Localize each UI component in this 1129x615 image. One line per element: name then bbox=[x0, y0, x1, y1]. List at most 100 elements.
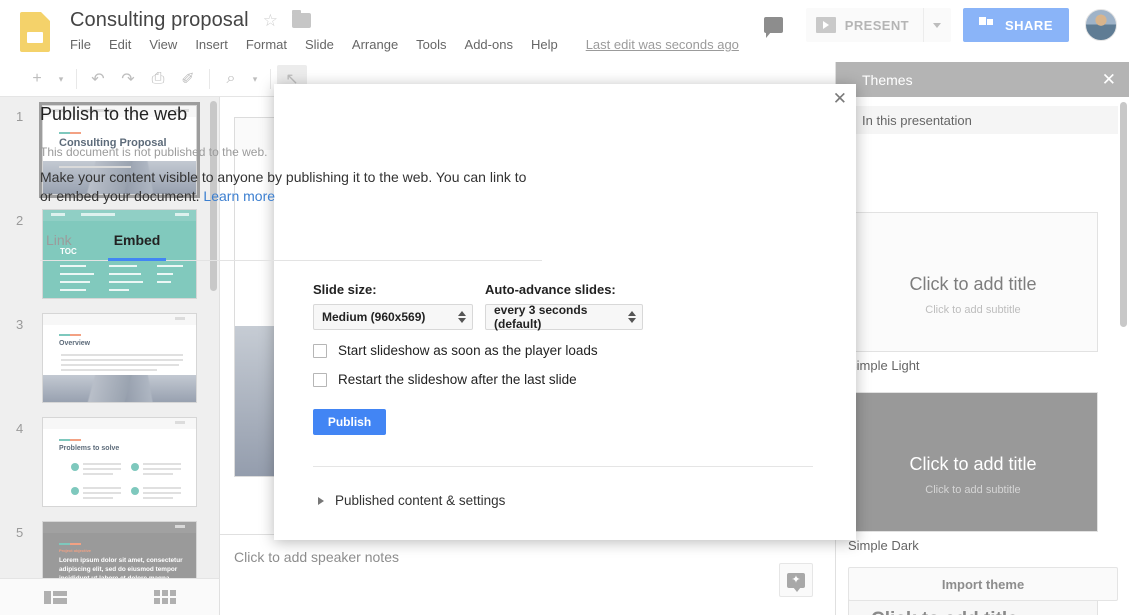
menu-help[interactable]: Help bbox=[531, 37, 558, 52]
thumb-eyebrow: Project objective bbox=[59, 548, 92, 553]
auto-advance-value: every 3 seconds (default) bbox=[494, 303, 588, 331]
learn-more-link[interactable]: Learn more bbox=[203, 188, 275, 204]
slide-thumbnail-3[interactable]: Overview bbox=[42, 313, 197, 403]
filmstrip-view-icon[interactable] bbox=[43, 590, 67, 604]
list-item[interactable]: 4 Problems to solve bbox=[0, 417, 219, 517]
published-content-settings-label: Published content & settings bbox=[335, 493, 506, 508]
dialog-tabs: Link Embed bbox=[40, 232, 542, 261]
theme-title-placeholder: Click to add title bbox=[909, 273, 1037, 294]
slide-number: 4 bbox=[16, 421, 24, 436]
dialog-title: Publish to the web bbox=[40, 104, 188, 124]
publish-button[interactable]: Publish bbox=[313, 409, 386, 435]
slides-app-icon bbox=[20, 12, 50, 52]
slide-size-value: Medium (960x569) bbox=[322, 310, 426, 324]
accent-line bbox=[59, 543, 81, 545]
share-button[interactable]: SHARE bbox=[962, 8, 1069, 42]
new-slide-dropdown[interactable]: ▾ bbox=[52, 65, 70, 93]
menu-bar: File Edit View Insert Format Slide Arran… bbox=[70, 37, 739, 52]
grid-view-icon[interactable] bbox=[153, 590, 176, 604]
slide-size-select[interactable]: Medium (960x569) bbox=[313, 304, 473, 330]
dialog-description: Make your content visible to anyone by p… bbox=[40, 168, 542, 206]
import-theme-button[interactable]: Import theme bbox=[848, 567, 1118, 601]
paint-format-button[interactable]: ✐ bbox=[173, 65, 203, 93]
zoom-button[interactable]: ⌕ bbox=[216, 65, 246, 93]
menu-file[interactable]: File bbox=[70, 37, 91, 52]
menu-view[interactable]: View bbox=[149, 37, 177, 52]
start-slideshow-checkbox[interactable] bbox=[313, 343, 327, 358]
slide-thumbnail-4[interactable]: Problems to solve bbox=[42, 417, 197, 507]
auto-advance-label: Auto-advance slides: bbox=[485, 282, 616, 297]
thumb-header-bar bbox=[43, 418, 196, 429]
explore-icon: ✦ bbox=[787, 572, 805, 592]
present-button[interactable]: PRESENT bbox=[806, 8, 923, 42]
themes-panel-header: Themes ✕ bbox=[836, 62, 1129, 97]
menu-edit[interactable]: Edit bbox=[109, 37, 131, 52]
menu-arrange[interactable]: Arrange bbox=[352, 37, 398, 52]
theme-subtitle-placeholder: Click to add subtitle bbox=[925, 304, 1021, 317]
list-item[interactable]: 5 Project objective Lorem ipsum dolor si… bbox=[0, 521, 219, 578]
document-title[interactable]: Consulting proposal bbox=[70, 9, 249, 32]
title-row: Consulting proposal ☆ bbox=[70, 9, 311, 32]
theme-thumbnail: Click to add title Click to add subtitle bbox=[848, 392, 1098, 532]
menu-format[interactable]: Format bbox=[246, 37, 287, 52]
chevron-right-icon bbox=[318, 496, 324, 505]
present-label: PRESENT bbox=[844, 17, 909, 33]
theme-card-simple-light[interactable]: Click to add title Click to add subtitle… bbox=[848, 212, 1118, 373]
theme-label: Simple Light bbox=[848, 358, 920, 373]
restart-slideshow-label: Restart the slideshow after the last sli… bbox=[338, 372, 577, 387]
present-dropdown-button[interactable] bbox=[922, 8, 951, 42]
chevron-down-icon bbox=[933, 22, 942, 28]
comments-button[interactable] bbox=[756, 8, 792, 42]
speaker-notes-pane[interactable]: Click to add speaker notes ✦ bbox=[220, 534, 835, 615]
menu-addons[interactable]: Add-ons bbox=[465, 37, 513, 52]
close-icon[interactable]: ✕ bbox=[833, 90, 847, 107]
theme-title-placeholder: Click to add title bbox=[871, 609, 1018, 615]
list-item[interactable]: 3 Overview bbox=[0, 313, 219, 413]
menu-tools[interactable]: Tools bbox=[416, 37, 446, 52]
avatar[interactable] bbox=[1085, 9, 1117, 41]
theme-thumbnail: Click to add title Click to add subtitle bbox=[848, 212, 1098, 352]
new-slide-button[interactable]: + bbox=[22, 65, 52, 93]
start-slideshow-label: Start slideshow as soon as the player lo… bbox=[338, 343, 598, 358]
published-content-settings-toggle[interactable]: Published content & settings bbox=[318, 493, 505, 508]
theme-card-simple-dark[interactable]: Click to add title Click to add subtitle… bbox=[848, 392, 1118, 553]
theme-subtitle-placeholder: Click to add subtitle bbox=[925, 484, 1021, 497]
theme-label: Simple Dark bbox=[848, 538, 919, 553]
tab-link[interactable]: Link bbox=[40, 232, 78, 260]
slide-number: 1 bbox=[16, 109, 24, 124]
thumb-header-bar bbox=[43, 314, 196, 325]
restart-slideshow-checkbox-row[interactable]: Restart the slideshow after the last sli… bbox=[313, 372, 577, 387]
zoom-dropdown[interactable]: ▾ bbox=[246, 65, 264, 93]
toolbar-divider-2 bbox=[209, 69, 210, 89]
thumb-title: Overview bbox=[59, 340, 91, 347]
share-link-icon bbox=[978, 16, 996, 34]
folder-icon[interactable] bbox=[291, 10, 311, 28]
start-slideshow-checkbox-row[interactable]: Start slideshow as soon as the player lo… bbox=[313, 343, 598, 358]
toolbar-divider bbox=[76, 69, 77, 89]
stepper-icon bbox=[628, 311, 636, 323]
publish-status-text: This document is not published to the we… bbox=[40, 145, 268, 159]
star-icon[interactable]: ☆ bbox=[263, 12, 278, 29]
share-label: SHARE bbox=[1004, 17, 1053, 33]
slide-thumbnail-5[interactable]: Project objective Lorem ipsum dolor sit … bbox=[42, 521, 197, 578]
play-icon bbox=[815, 17, 836, 33]
redo-button[interactable]: ↷ bbox=[113, 65, 143, 93]
restart-slideshow-checkbox[interactable] bbox=[313, 372, 327, 387]
explore-button[interactable]: ✦ bbox=[779, 563, 813, 597]
print-button[interactable]: ⎙ bbox=[143, 65, 173, 93]
tab-embed[interactable]: Embed bbox=[107, 232, 167, 261]
close-icon[interactable]: ✕ bbox=[1102, 71, 1116, 88]
google-slides-window: Consulting proposal ☆ File Edit View Ins… bbox=[0, 0, 1129, 615]
view-switcher-bar bbox=[0, 578, 220, 615]
auto-advance-select[interactable]: every 3 seconds (default) bbox=[485, 303, 643, 331]
toolbar-divider-3 bbox=[270, 69, 271, 89]
slide-number: 3 bbox=[16, 317, 24, 332]
accent-line bbox=[59, 334, 81, 336]
last-edit-status[interactable]: Last edit was seconds ago bbox=[586, 37, 739, 52]
themes-section-label: In this presentation bbox=[848, 106, 1118, 134]
menu-slide[interactable]: Slide bbox=[305, 37, 334, 52]
undo-button[interactable]: ↶ bbox=[83, 65, 113, 93]
header-actions: PRESENT SHARE bbox=[756, 8, 1117, 42]
themes-scrollbar[interactable] bbox=[1120, 102, 1127, 327]
menu-insert[interactable]: Insert bbox=[195, 37, 228, 52]
